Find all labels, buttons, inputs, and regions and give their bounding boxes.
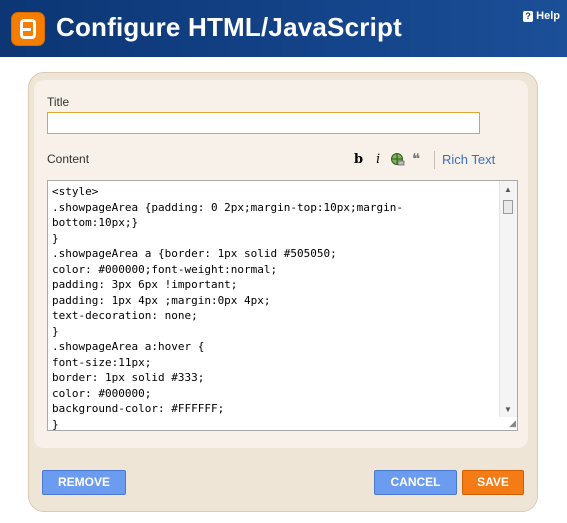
title-input[interactable] <box>47 112 480 134</box>
code-line: padding: 1px 4px ;margin:0px 4px; <box>52 293 271 307</box>
quote-icon: ❝ <box>412 151 421 168</box>
code-line: } <box>52 231 59 245</box>
content-textarea[interactable]: <style> .showpageArea {padding: 0 2px;mar… <box>47 180 518 431</box>
code-line: padding: 3px 6px !important; <box>52 278 238 291</box>
rich-text-link[interactable]: Rich Text <box>442 151 495 169</box>
italic-button[interactable]: i <box>376 151 380 169</box>
code-line: bottom:10px;} <box>52 216 139 229</box>
help-label: Help <box>536 10 560 22</box>
code-line: background-color: #FFFFFF; <box>52 402 225 415</box>
title-label: Title <box>47 95 70 109</box>
code-line: .showpageArea {padding: 0 2px;margin-top… <box>52 200 403 214</box>
code-line: .showpageArea a {border: 1px solid #5050… <box>52 247 337 260</box>
bold-button[interactable]: b <box>354 151 363 169</box>
code-line: } <box>52 324 59 338</box>
link-button[interactable] <box>390 152 405 170</box>
scroll-down-arrow-icon[interactable]: ▼ <box>504 405 512 414</box>
code-line: color: #000000; <box>52 386 152 400</box>
scroll-thumb[interactable] <box>503 200 513 214</box>
toolbar-divider <box>434 151 435 169</box>
dialog-title: Configure HTML/JavaScript <box>56 12 402 42</box>
help-link[interactable]: ? Help <box>523 10 560 22</box>
code-line: .showpageArea a:hover { <box>52 340 205 353</box>
vertical-scrollbar[interactable]: ▲ ▼ <box>499 181 517 417</box>
title-bar: Configure HTML/JavaScript ? Help <box>0 0 567 57</box>
remove-button[interactable]: REMOVE <box>42 470 126 495</box>
help-icon: ? <box>523 11 534 22</box>
code-line: text-decoration: none; <box>52 309 198 322</box>
content-code: <style> .showpageArea {padding: 0 2px;mar… <box>52 184 500 431</box>
resize-grip-icon[interactable]: ◢ <box>509 418 516 429</box>
content-label: Content <box>47 152 90 166</box>
globe-link-icon <box>391 153 405 166</box>
code-line: border: 1px solid #333; <box>52 371 205 384</box>
save-button[interactable]: SAVE <box>462 470 524 495</box>
code-line: font-size:11px; <box>52 355 152 369</box>
code-line: } <box>52 417 59 431</box>
code-line: color: #000000;font-weight:normal; <box>52 262 278 276</box>
editor-toolbar: b i ❝ Rich Text <box>350 151 510 171</box>
code-line: <style> <box>52 185 99 198</box>
blogger-logo-icon <box>11 12 45 46</box>
scroll-up-arrow-icon[interactable]: ▲ <box>504 185 512 194</box>
quote-button[interactable]: ❝ <box>412 151 420 169</box>
cancel-button[interactable]: CANCEL <box>374 470 457 495</box>
